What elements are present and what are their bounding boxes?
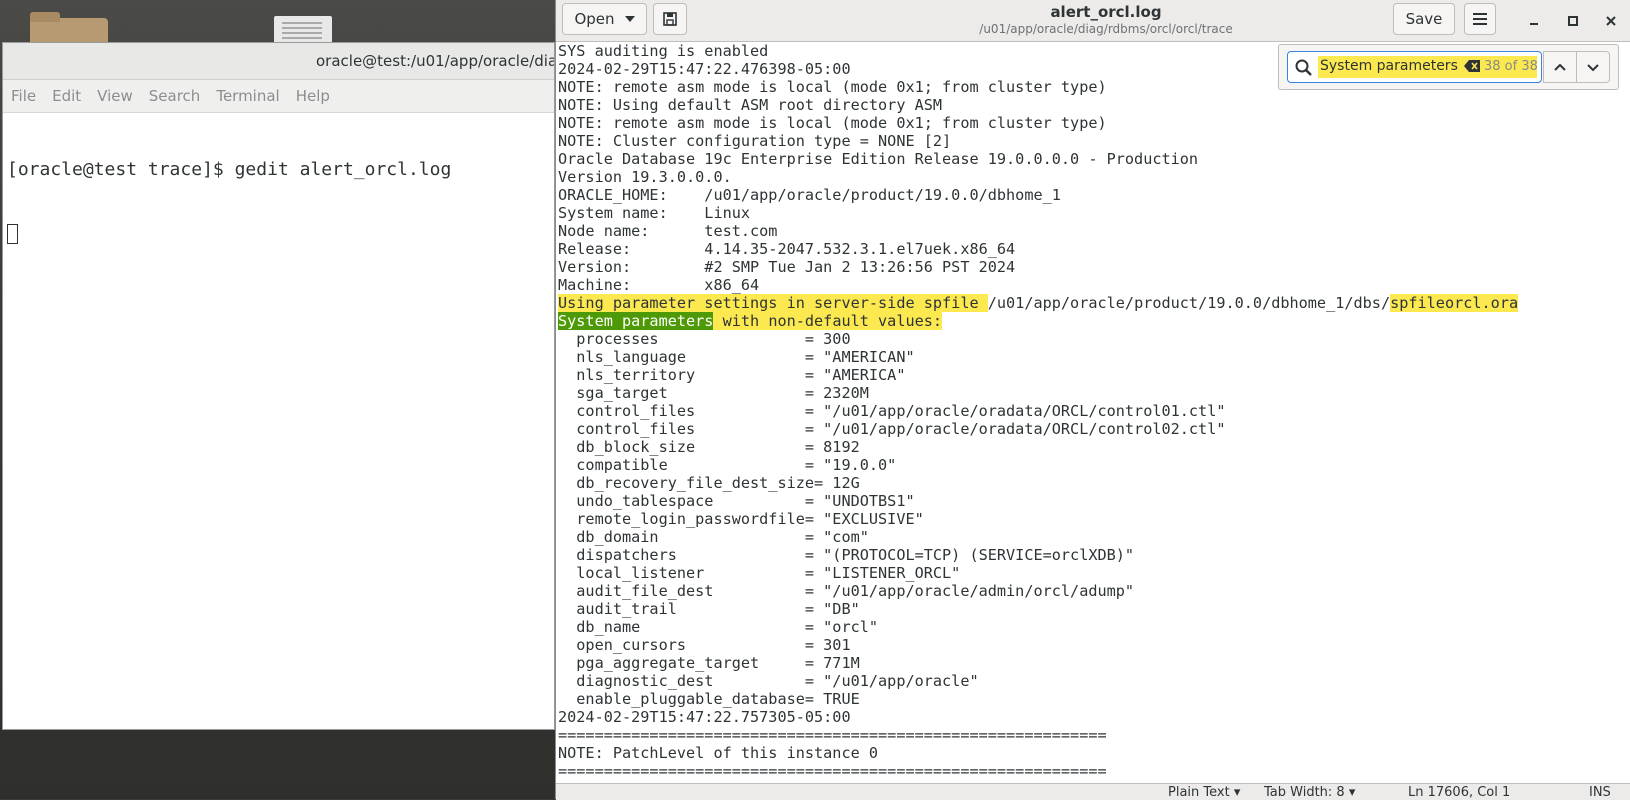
log-line: control_files = "/u01/app/oracle/oradata… (558, 420, 1226, 438)
log-line: 2024-02-29T15:47:22.757305-05:00 (558, 708, 851, 726)
system-parameters-line: System parameters with non-default value… (556, 312, 1630, 330)
log-line: diagnostic_dest = "/u01/app/oracle" (558, 672, 979, 690)
cursor-position: Ln 17606, Col 1 (1408, 785, 1511, 800)
tab-width-selector[interactable]: Tab Width: 8 ▾ (1264, 785, 1355, 800)
search-match-highlight: spfileorcl.ora (1390, 294, 1519, 312)
log-line: NOTE: Using default ASM root directory A… (558, 96, 943, 114)
search-icon (1295, 59, 1312, 76)
new-document-icon (663, 12, 677, 26)
terminal-prompt-line: [oracle@test trace]$ gedit alert_orcl.lo… (7, 159, 452, 180)
chevron-down-icon (624, 16, 635, 22)
menu-help[interactable]: Help (296, 87, 330, 105)
header-bar: Open alert_orcl.log /u01/app/oracle/diag… (556, 0, 1630, 42)
terminal-menubar: File Edit View Search Terminal Help (3, 80, 554, 113)
maximize-icon (1568, 16, 1578, 26)
log-line: compatible = "19.0.0" (558, 456, 897, 474)
log-line: db_name = "orcl" (558, 618, 879, 636)
terminal-cursor (7, 224, 18, 244)
clear-search-icon[interactable] (1464, 60, 1480, 72)
search-match-highlight: with non-default values: (713, 312, 943, 330)
log-line: pga_aggregate_target = 771M (558, 654, 860, 672)
log-line: nls_language = "AMERICAN" (558, 348, 915, 366)
document-title: alert_orcl.log (1050, 3, 1162, 21)
log-line: db_domain = "com" (558, 528, 869, 546)
search-match-count: 38 of 38 (1484, 59, 1538, 74)
current-search-match: System parameters (558, 312, 714, 330)
gedit-window: Open alert_orcl.log /u01/app/oracle/diag… (555, 0, 1630, 800)
log-line: ========================================… (558, 762, 1107, 780)
menu-terminal[interactable]: Terminal (216, 87, 279, 105)
log-line: Oracle Database 19c Enterprise Edition R… (558, 150, 1199, 168)
close-button[interactable] (1599, 9, 1623, 33)
text-editor[interactable]: SYS auditing is enabled 2024-02-29T15:47… (556, 42, 1630, 783)
log-line: ========================================… (558, 726, 1107, 744)
menu-search[interactable]: Search (149, 87, 201, 105)
search-match-highlight: Using parameter settings in server-side … (558, 294, 988, 312)
log-line: enable_pluggable_database= TRUE (558, 690, 860, 708)
log-line: Version 19.3.0.0.0. (558, 168, 732, 186)
document-path: /u01/app/oracle/diag/rdbms/orcl/orcl/tra… (979, 22, 1233, 36)
open-button[interactable]: Open (562, 3, 647, 35)
close-icon (1606, 16, 1616, 26)
search-input[interactable]: System parameters (1320, 58, 1458, 74)
next-match-button[interactable] (1576, 51, 1610, 83)
log-line: Machine: x86_64 (558, 276, 760, 294)
log-line: undo_tablespace = "UNDOTBS1" (558, 492, 915, 510)
folder-icon[interactable] (30, 12, 108, 44)
log-line: processes = 300 (558, 330, 851, 348)
new-document-button[interactable] (653, 3, 687, 35)
spfile-path-text: /u01/app/oracle/product/19.0.0/dbhome_1/… (987, 294, 1391, 312)
log-line: open_cursors = 301 (558, 636, 851, 654)
document-icon[interactable] (274, 16, 332, 44)
log-line: audit_trail = "DB" (558, 600, 860, 618)
log-line: dispatchers = "(PROTOCOL=TCP) (SERVICE=o… (558, 546, 1135, 564)
status-bar: Plain Text ▾ Tab Width: 8 ▾ Ln 17606, Co… (556, 783, 1630, 800)
log-line: local_listener = "LISTENER_ORCL" (558, 564, 961, 582)
search-field[interactable]: System parameters 38 of 38 (1287, 51, 1542, 83)
log-line: audit_file_dest = "/u01/app/oracle/admin… (558, 582, 1135, 600)
log-line: Node name: test.com (558, 222, 778, 240)
language-selector[interactable]: Plain Text ▾ (1168, 785, 1240, 800)
chevron-down-icon (1587, 64, 1599, 72)
terminal-window: oracle@test:/u01/app/oracle/diag/rdbms/o… (2, 42, 555, 730)
menu-view[interactable]: View (97, 87, 133, 105)
insert-mode: INS (1589, 785, 1611, 800)
log-line: NOTE: Cluster configuration type = NONE … (558, 132, 952, 150)
minimize-icon (1530, 23, 1538, 25)
log-line: System name: Linux (558, 204, 751, 222)
minimize-button[interactable] (1522, 9, 1546, 33)
open-button-label: Open (574, 10, 615, 28)
log-line: Release: 4.14.35-2047.532.3.1.el7uek.x86… (558, 240, 1016, 258)
log-line: Version: #2 SMP Tue Jan 2 13:26:56 PST 2… (558, 258, 1016, 276)
parameter-lines: processes = 300 nls_language = "AMERICAN… (556, 330, 1630, 783)
log-line: db_block_size = 8192 (558, 438, 860, 456)
terminal-title: oracle@test:/u01/app/oracle/diag/rdbms/o… (3, 43, 554, 80)
menu-edit[interactable]: Edit (52, 87, 81, 105)
log-line: control_files = "/u01/app/oracle/oradata… (558, 402, 1226, 420)
log-line: ORACLE_HOME: /u01/app/oracle/product/19.… (558, 186, 1061, 204)
log-line: sga_target = 2320M (558, 384, 869, 402)
log-line: nls_territory = "AMERICA" (558, 366, 906, 384)
log-line: remote_login_passwordfile= "EXCLUSIVE" (558, 510, 924, 528)
maximize-button[interactable] (1561, 9, 1585, 33)
terminal-output[interactable]: [oracle@test trace]$ gedit alert_orcl.lo… (3, 113, 554, 295)
log-line: NOTE: PatchLevel of this instance 0 (558, 744, 879, 762)
hamburger-menu-button[interactable] (1464, 3, 1496, 35)
chevron-up-icon (1554, 63, 1566, 71)
menu-file[interactable]: File (11, 87, 36, 105)
log-line: db_recovery_file_dest_size= 12G (558, 474, 860, 492)
log-line: NOTE: remote asm mode is local (mode 0x1… (558, 114, 1107, 132)
spfile-line: Using parameter settings in server-side … (556, 294, 1630, 312)
previous-match-button[interactable] (1543, 51, 1577, 83)
save-button[interactable]: Save (1393, 3, 1455, 35)
search-popover: System parameters 38 of 38 (1278, 44, 1619, 90)
hamburger-icon (1473, 13, 1487, 25)
